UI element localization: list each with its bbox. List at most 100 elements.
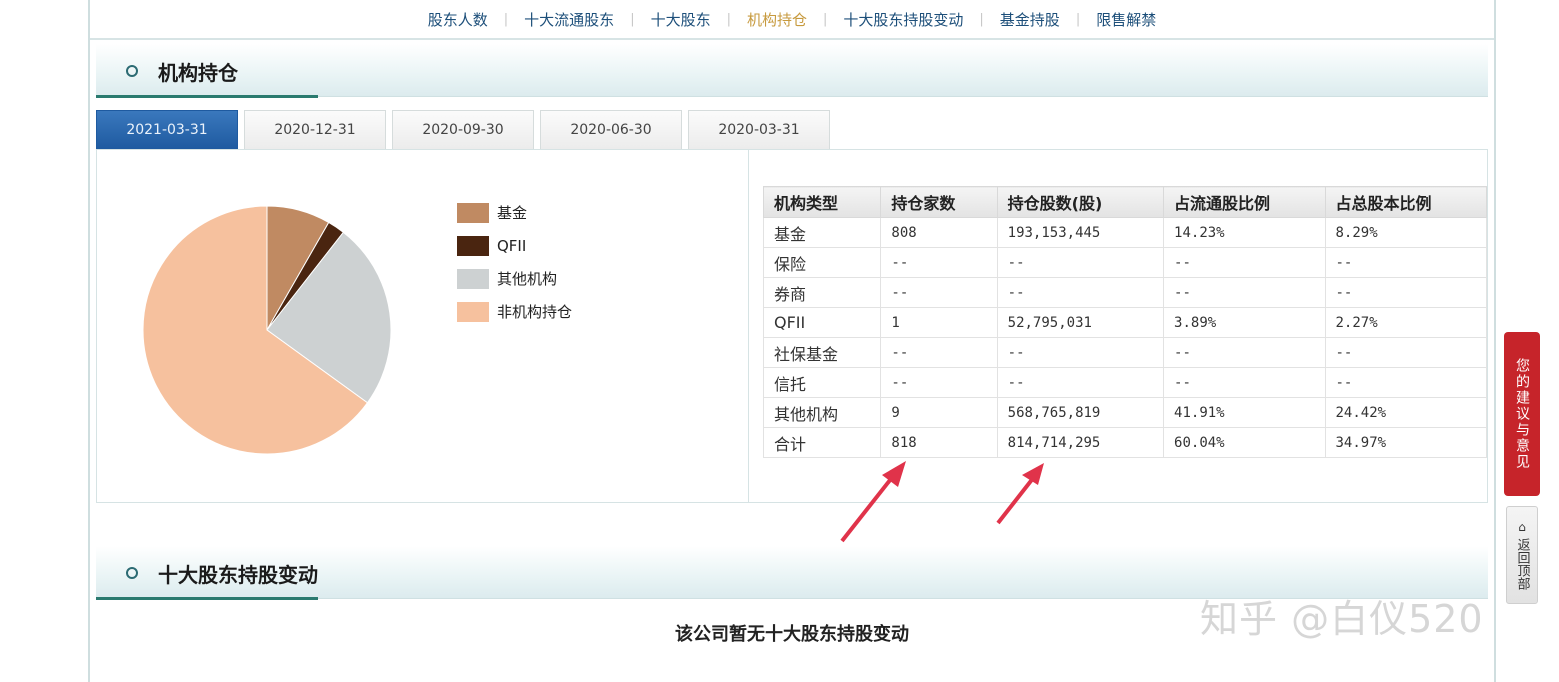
table-cell: --: [996, 247, 1165, 278]
row-label-cell: 社保基金: [762, 337, 882, 368]
row-label-cell: 基金: [762, 217, 882, 248]
table-cell: --: [996, 277, 1165, 308]
date-tab[interactable]: 2020-09-30: [392, 110, 534, 149]
section-header-institutional: 机构持仓: [96, 44, 1488, 98]
legend-item: 非机构持仓: [457, 295, 572, 328]
table-cell: --: [1163, 247, 1326, 278]
table-cell: --: [1324, 277, 1487, 308]
table-cell: 41.91%: [1163, 397, 1326, 428]
arrow-to-shares-icon: [996, 463, 1044, 525]
nav-item[interactable]: 十大股东持股变动: [827, 9, 979, 30]
table-row: 社保基金 -- -- -- --: [762, 337, 1487, 368]
pie-legend: 基金 QFII 其他机构非机构持仓: [457, 196, 572, 328]
table-header-cell: 持仓股数(股): [996, 186, 1165, 218]
nav-item[interactable]: 机构持仓: [731, 9, 823, 30]
nav-item[interactable]: 基金持股: [984, 9, 1076, 30]
legend-swatch: [457, 268, 489, 289]
back-to-top-button[interactable]: ⌂ 返回顶部: [1506, 506, 1538, 604]
table-cell: 52,795,031: [996, 307, 1165, 338]
holdings-table: 机构类型 持仓家数 持仓股数(股) 占流通股比例 占总股本比例 基金 808 193,153…: [762, 186, 1487, 458]
row-label-cell: QFII: [762, 307, 882, 338]
legend-label: 非机构持仓: [497, 303, 573, 321]
nav-item[interactable]: 限售解禁: [1080, 9, 1172, 30]
date-tab[interactable]: 2021-03-31: [96, 110, 238, 149]
table-header-cell: 机构类型: [762, 186, 882, 218]
table-row: QFII 1 52,795,031 3.89% 2.27%: [762, 307, 1487, 338]
table-cell: --: [1324, 337, 1487, 368]
section-underline: [96, 597, 318, 600]
table-cell: 8.29%: [1324, 217, 1487, 248]
legend-swatch: [457, 202, 489, 223]
nav-item[interactable]: 十大股东: [635, 9, 727, 30]
table-cell: --: [880, 337, 998, 368]
table-header-cell: 持仓家数: [880, 186, 998, 218]
legend-item: 基金: [457, 196, 572, 229]
table-cell: 9: [880, 397, 998, 428]
table-row: 基金 808 193,153,445 14.23% 8.29%: [762, 217, 1487, 248]
table-cell: --: [1163, 367, 1326, 398]
holdings-panel: 基金 QFII 其他机构 非机构持仓 机构类型 持仓家数 持仓股数(股) 占流通股比例 占总股…: [96, 149, 1488, 503]
ring-bullet-icon: [126, 65, 138, 77]
table-cell: 818: [880, 427, 998, 458]
legend-item: 其他机构: [457, 262, 572, 295]
home-icon: ⌂: [1518, 520, 1526, 534]
row-label-cell: 合计: [762, 427, 882, 458]
table-row: 保险 -- -- -- --: [762, 247, 1487, 278]
table-cell: 3.89%: [1163, 307, 1326, 338]
legend-label: 其他机构: [497, 270, 558, 288]
table-row: 合计 818 814,714,295 60.04% 34.97%: [762, 427, 1487, 458]
table-cell: --: [996, 367, 1165, 398]
legend-label: QFII: [497, 236, 527, 255]
table-cell: 1: [880, 307, 998, 338]
table-row: 其他机构 9 568,765,819 41.91% 24.42%: [762, 397, 1487, 428]
top-nav: 股东人数 | 十大流通股东 | 十大股东 | 机构持仓 | 十大股东持股变动 | 基金持股 | 限售解禁: [90, 0, 1494, 40]
table-cell: 2.27%: [1324, 307, 1487, 338]
section-title: 机构持仓: [158, 61, 238, 85]
legend-label: 基金: [497, 204, 528, 222]
table-header-cell: 占总股本比例: [1324, 186, 1487, 218]
date-tab[interactable]: 2020-06-30: [540, 110, 682, 149]
table-cell: 34.97%: [1324, 427, 1487, 458]
row-label-cell: 券商: [762, 277, 882, 308]
table-cell: 568,765,819: [996, 397, 1165, 428]
content-frame: 股东人数 | 十大流通股东 | 十大股东 | 机构持仓 | 十大股东持股变动 | 基金持股 | 限售解禁…: [88, 0, 1496, 682]
table-cell: 14.23%: [1163, 217, 1326, 248]
table-cell: 193,153,445: [996, 217, 1165, 248]
table-header-row: 机构类型 持仓家数 持仓股数(股) 占流通股比例 占总股本比例: [762, 186, 1487, 218]
back-to-top-label: 返回顶部: [1514, 538, 1530, 590]
table-cell: --: [880, 247, 998, 278]
legend-swatch: [457, 301, 489, 322]
table-row: 券商 -- -- -- --: [762, 277, 1487, 308]
arrow-annotations: [840, 461, 1044, 543]
nav-item[interactable]: 十大流通股东: [508, 9, 630, 30]
watermark: 知乎 @白仪520: [1200, 597, 1484, 641]
table-cell: 808: [880, 217, 998, 248]
table-row: 信托 -- -- -- --: [762, 367, 1487, 398]
table-cell: --: [880, 367, 998, 398]
holdings-pie-chart: [142, 205, 392, 455]
date-tabs: 2021-03-31 2020-12-31 2020-09-30 2020-06-30…: [96, 110, 836, 150]
legend-swatch: [457, 235, 489, 256]
legend-item: QFII: [457, 229, 572, 262]
feedback-button[interactable]: 您的建议与意见: [1504, 332, 1540, 496]
arrow-to-count-icon: [840, 461, 906, 543]
table-cell: 24.42%: [1324, 397, 1487, 428]
table-cell: --: [880, 277, 998, 308]
table-cell: --: [1324, 247, 1487, 278]
date-tab[interactable]: 2020-03-31: [688, 110, 830, 149]
section-title: 十大股东持股变动: [158, 563, 318, 587]
row-label-cell: 保险: [762, 247, 882, 278]
date-tab[interactable]: 2020-12-31: [244, 110, 386, 149]
row-label-cell: 其他机构: [762, 397, 882, 428]
row-label-cell: 信托: [762, 367, 882, 398]
panel-divider: [748, 150, 749, 502]
table-cell: --: [1324, 367, 1487, 398]
table-cell: --: [1163, 337, 1326, 368]
section-underline: [96, 95, 318, 98]
ring-bullet-icon: [126, 567, 138, 579]
table-cell: --: [996, 337, 1165, 368]
table-cell: 60.04%: [1163, 427, 1326, 458]
table-cell: --: [1163, 277, 1326, 308]
nav-item[interactable]: 股东人数: [412, 9, 504, 30]
table-header-cell: 占流通股比例: [1163, 186, 1326, 218]
